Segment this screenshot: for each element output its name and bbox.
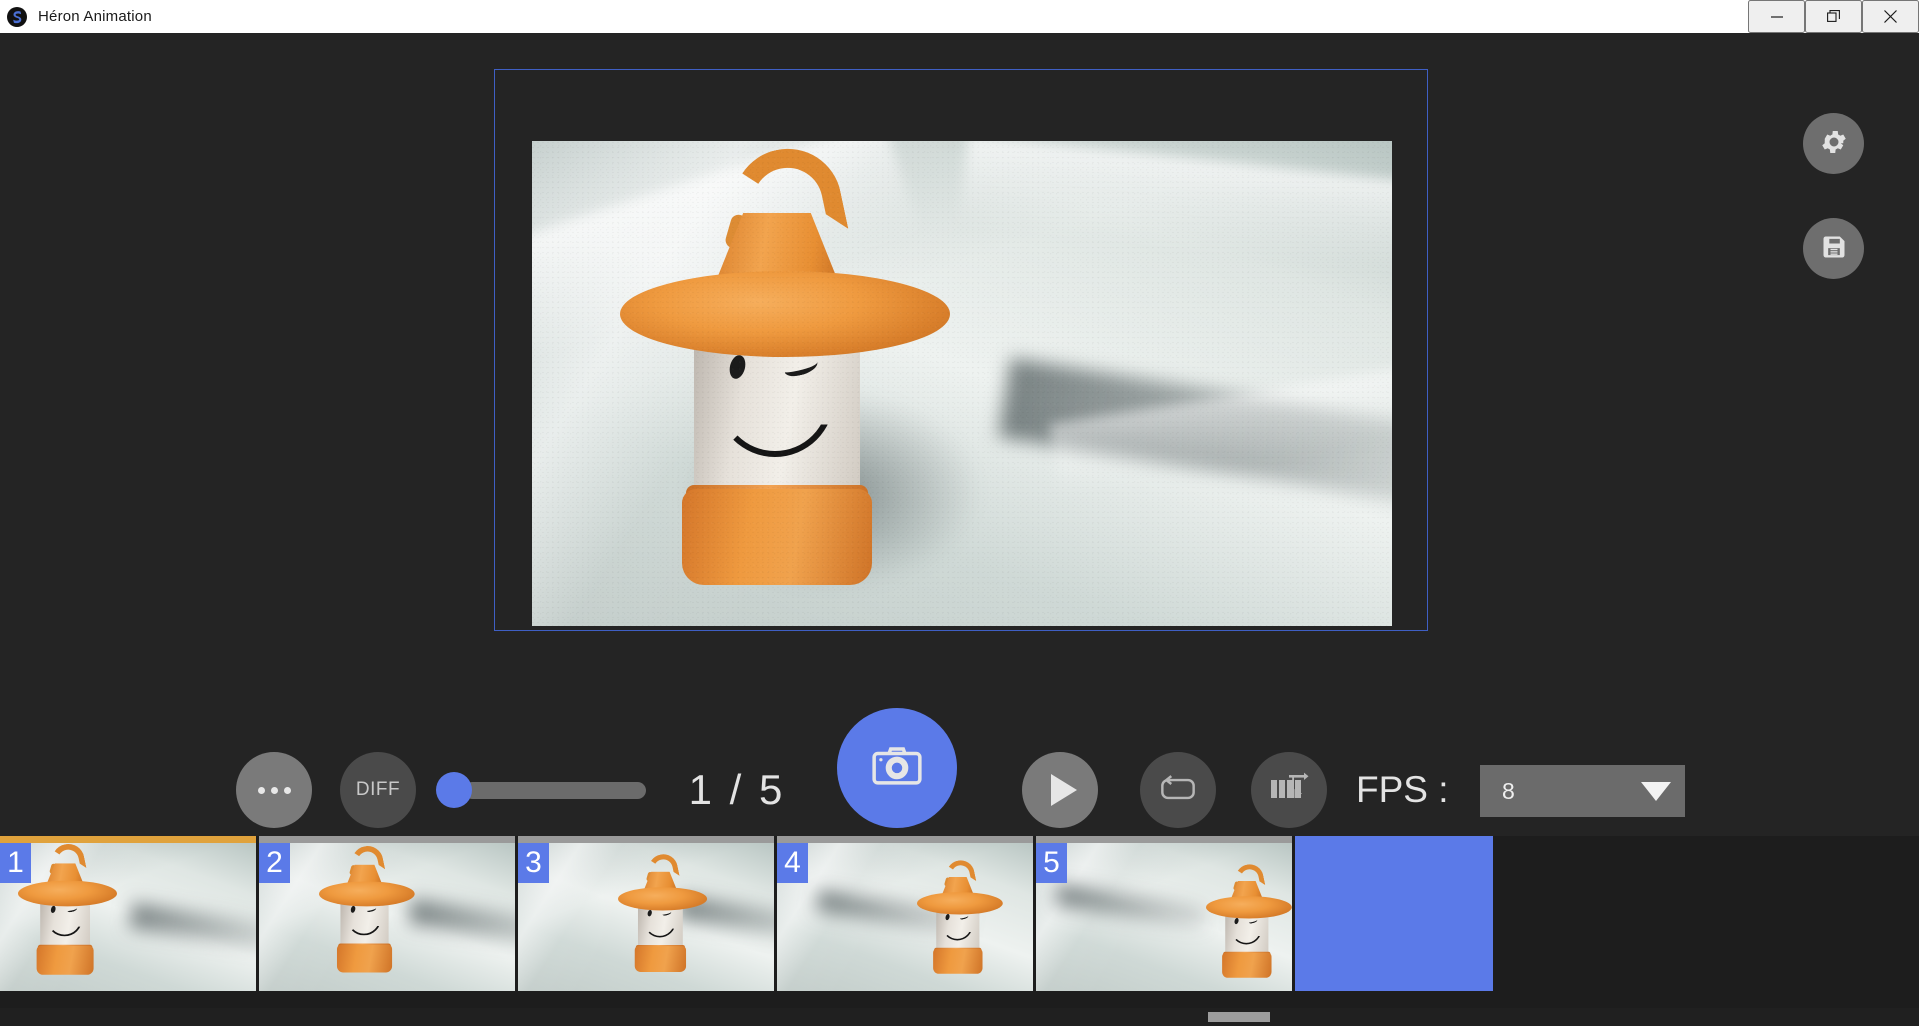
- minimize-button[interactable]: [1748, 0, 1805, 33]
- frame-number-badge: 4: [777, 843, 808, 883]
- frame-selection-bar: [777, 836, 1033, 843]
- frames-export-icon: [1269, 772, 1309, 809]
- settings-button[interactable]: [1803, 113, 1864, 174]
- stage-area: [0, 33, 1919, 836]
- play-button[interactable]: [1022, 752, 1098, 828]
- frame-thumbnail-image: [259, 843, 515, 991]
- export-button[interactable]: [1251, 752, 1327, 828]
- loop-button[interactable]: [1140, 752, 1216, 828]
- filmstrip-scrollbar[interactable]: [0, 1008, 1919, 1026]
- heron-logo-icon: [6, 6, 28, 28]
- fps-label: FPS :: [1356, 752, 1449, 828]
- restore-icon: [1827, 10, 1840, 23]
- fps-select[interactable]: 8: [1480, 765, 1685, 817]
- floppy-disk-icon: [1820, 233, 1848, 264]
- camera-icon: [869, 739, 925, 798]
- title-bar: Héron Animation: [0, 0, 1919, 33]
- diff-button-label: DIFF: [356, 779, 400, 801]
- filmstrip-frame-1[interactable]: 1: [0, 836, 256, 991]
- slider-handle[interactable]: [436, 772, 472, 808]
- onion-skin-opacity-slider[interactable]: [436, 770, 646, 810]
- play-icon: [1051, 774, 1077, 806]
- preview-image: [532, 141, 1392, 626]
- new-frame-slot[interactable]: [1295, 836, 1493, 991]
- lantern-subject: [620, 159, 950, 626]
- diff-button[interactable]: DIFF: [340, 752, 416, 828]
- frame-selection-bar: [259, 836, 515, 843]
- frame-thumbnail-image: [518, 843, 774, 991]
- frame-thumbnail-image: [777, 843, 1033, 991]
- frame-thumbnail-image: [1036, 843, 1292, 991]
- frame-number-badge: 3: [518, 843, 549, 883]
- lantern-brim: [620, 271, 950, 357]
- restore-button[interactable]: [1805, 0, 1862, 33]
- save-button[interactable]: [1803, 218, 1864, 279]
- capture-button[interactable]: [837, 708, 957, 828]
- chevron-down-icon: [1641, 782, 1671, 801]
- ellipsis-icon: [258, 787, 291, 794]
- frame-selection-bar: [1036, 836, 1292, 843]
- gear-icon: [1819, 127, 1849, 160]
- lantern-base: [682, 489, 872, 585]
- frame-selection-bar: [0, 836, 256, 843]
- frame-number-badge: 2: [259, 843, 290, 883]
- frame-number-badge: 1: [0, 843, 31, 883]
- fps-value: 8: [1502, 778, 1515, 805]
- window-title: Héron Animation: [38, 8, 152, 25]
- frame-selection-bar: [518, 836, 774, 843]
- more-options-button[interactable]: [236, 752, 312, 828]
- frame-thumbnail-image: [0, 843, 256, 991]
- preview-frame: [494, 69, 1428, 631]
- frame-counter: 1 / 5: [672, 752, 802, 828]
- filmstrip: 1 2: [0, 836, 1919, 1008]
- close-button[interactable]: [1862, 0, 1919, 33]
- filmstrip-frame-4[interactable]: 4: [777, 836, 1033, 991]
- scrollbar-thumb[interactable]: [1208, 1012, 1270, 1022]
- minimize-icon: [1771, 11, 1783, 23]
- filmstrip-frame-3[interactable]: 3: [518, 836, 774, 991]
- frame-number-badge: 5: [1036, 843, 1067, 883]
- loop-icon: [1159, 774, 1197, 807]
- filmstrip-frame-5[interactable]: 5: [1036, 836, 1292, 991]
- filmstrip-frame-2[interactable]: 2: [259, 836, 515, 991]
- close-icon: [1884, 10, 1897, 23]
- slider-track[interactable]: [464, 782, 646, 799]
